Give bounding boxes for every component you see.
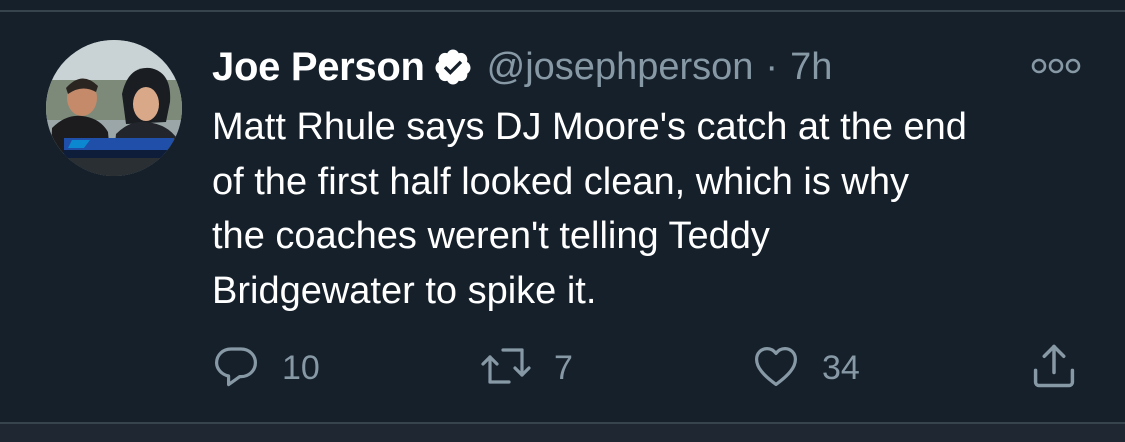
more-options-icon[interactable] (1030, 54, 1082, 78)
reply-button[interactable]: 10 (212, 340, 320, 396)
like-button[interactable]: 34 (752, 340, 860, 396)
tweet-timestamp[interactable]: 7h (790, 46, 832, 89)
retweet-count: 7 (554, 348, 573, 387)
reply-count: 10 (282, 348, 320, 387)
display-name[interactable]: Joe Person (212, 45, 425, 90)
user-handle[interactable]: @josephperson (487, 46, 754, 89)
tweet-text-line: of the first half looked clean, which is… (212, 160, 910, 203)
retweet-button[interactable]: 7 (480, 340, 573, 396)
tweet-text-line: Bridgewater to spike it. (212, 269, 597, 312)
tweet-text-line: the coaches weren't telling Teddy (212, 215, 770, 257)
avatar[interactable] (46, 40, 182, 176)
top-divider (0, 10, 1125, 12)
tweet-page: Joe Person @josephperson · 7h Matt Rhule… (0, 0, 1125, 442)
bottom-divider (0, 422, 1125, 442)
tweet-actions: 10 7 34 (0, 340, 1125, 396)
share-icon (1028, 340, 1080, 397)
reply-icon (212, 342, 260, 395)
header-separator: · (765, 45, 779, 88)
share-button[interactable] (1028, 340, 1080, 396)
like-count: 34 (822, 348, 860, 387)
heart-icon (752, 342, 800, 395)
verified-badge-icon (433, 47, 473, 87)
tweet-header: Joe Person @josephperson · 7h (212, 40, 832, 94)
retweet-icon (480, 342, 532, 395)
avatar-photo (46, 40, 182, 176)
tweet-text: Matt Rhule says DJ Moore's catch at the … (212, 100, 1102, 318)
tweet-text-line: Matt Rhule says DJ Moore's catch at the … (212, 106, 967, 148)
